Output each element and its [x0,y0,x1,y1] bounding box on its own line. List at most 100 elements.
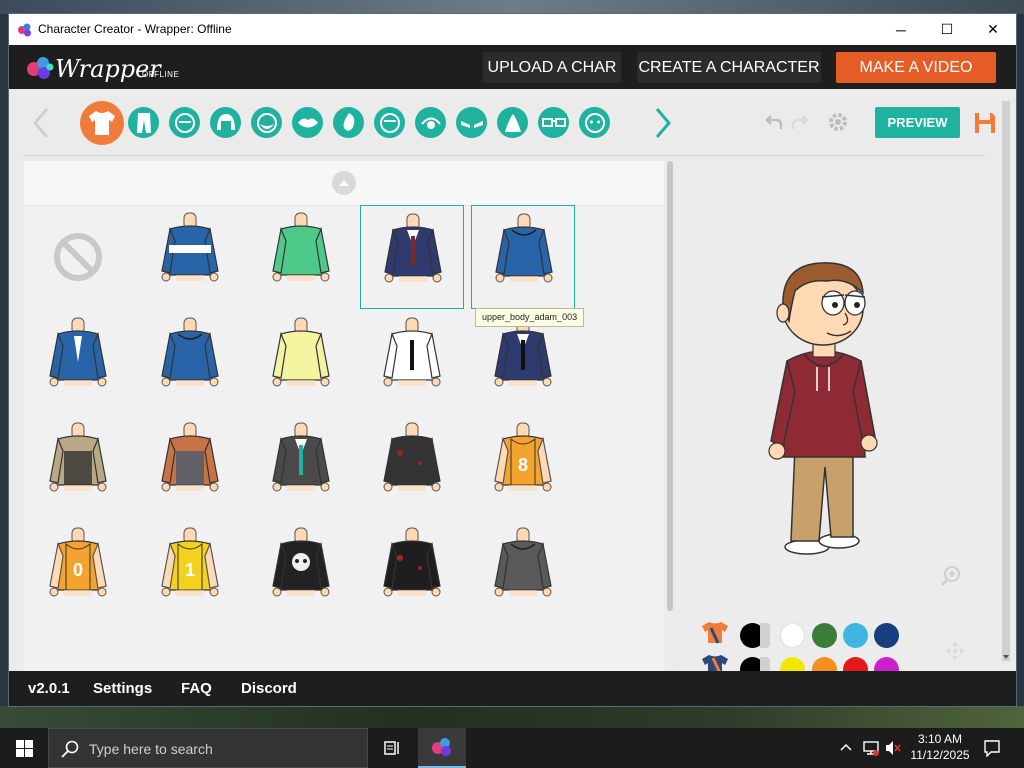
outfit-item[interactable] [249,310,353,414]
category-glasses[interactable] [538,107,569,138]
category-face-shape[interactable] [251,107,282,138]
category-nose[interactable] [333,107,364,138]
prev-category-icon[interactable] [29,105,53,141]
outfit-item[interactable] [360,415,464,519]
category-skin[interactable] [497,107,528,138]
outfit-item[interactable] [138,415,242,519]
outfit-thumbnail [384,213,442,283]
outfit-thumbnail [272,212,330,282]
beard-icon [256,112,277,133]
search-placeholder: Type here to search [89,741,213,757]
outfit-item[interactable]: 0 [26,520,130,624]
category-upper-body[interactable] [80,101,124,145]
discord-link[interactable]: Discord [241,680,297,697]
scroll-up-button[interactable] [332,171,356,195]
outfit-item[interactable] [138,310,242,414]
zoom-in-icon[interactable] [940,565,962,587]
character-preview [768,262,878,555]
item-grid-panel: 8 0 1 upper_body_adam_003 [24,161,664,671]
upload-char-button[interactable]: UPLOAD A CHAR [483,52,621,83]
jersey-number: 0 [72,560,83,580]
outfit-item[interactable] [249,205,353,309]
outfit-item[interactable] [138,205,242,309]
windows-start-icon[interactable] [16,740,33,757]
minimize-button[interactable]: ─ [878,14,924,45]
make-video-button[interactable]: MAKE A VIDEO [836,52,996,83]
scroll-down-arrow-icon[interactable] [1002,653,1010,661]
character-preview-panel [677,161,999,682]
desktop-wallpaper-bottom [0,706,1024,728]
settings-link[interactable]: Settings [93,680,152,697]
windows-taskbar: Type here to search 3:10 AM 11/12/2025 [0,728,1024,768]
outfit-item[interactable] [360,520,464,624]
move-icon[interactable] [945,641,965,661]
head-outline-icon [379,112,400,133]
outfit-thumbnail [272,317,330,387]
chevron-up-icon [339,180,349,186]
outfit-item[interactable] [360,205,464,309]
taskbar-search-box[interactable]: Type here to search [48,728,368,768]
taskbar-app-wrapper[interactable] [418,728,466,768]
undo-icon[interactable] [765,113,783,131]
category-ears[interactable] [374,107,405,138]
category-hair[interactable] [210,107,241,138]
category-eyebrows[interactable] [456,107,487,138]
notifications-icon[interactable] [983,739,1001,757]
category-lower-body[interactable] [128,107,159,138]
clock-date: 11/12/2025 [910,748,970,762]
grid-scrollbar[interactable] [667,161,673,611]
outfit-item[interactable] [26,415,130,519]
outfit-thumbnail [272,527,330,597]
save-icon[interactable] [973,111,997,135]
faq-link[interactable]: FAQ [181,680,212,697]
outfit-item[interactable] [360,310,464,414]
preview-button[interactable]: PREVIEW [875,107,960,138]
editor-area: PREVIEW 8 0 1 upper_body_adam_003 [9,89,1016,682]
app-logo-icon [18,23,31,37]
color-dropdown-arrow[interactable] [760,623,770,648]
create-character-button[interactable]: CREATE A CHARACTER [637,52,821,83]
category-accessory[interactable] [579,107,610,138]
logo-bubbles-icon [27,57,54,79]
version-label: v2.0.1 [28,680,70,697]
color-swatch[interactable] [780,623,805,648]
network-icon[interactable] [862,739,880,757]
outfit-item[interactable]: 8 [471,415,575,519]
category-eyes[interactable] [415,107,446,138]
outfit-thumbnail [161,212,219,282]
triangle-icon [504,113,521,132]
next-category-icon[interactable] [651,105,675,141]
color-swatch[interactable] [874,623,899,648]
outfit-item[interactable] [471,520,575,624]
mouth-icon [297,118,318,127]
outfit-item[interactable]: 1 [138,520,242,624]
outfit-item[interactable] [249,520,353,624]
desktop-wallpaper-top [0,0,1024,14]
category-head[interactable] [169,107,200,138]
gear-icon[interactable] [826,110,850,134]
window-scrollbar[interactable] [1002,101,1010,661]
nose-icon [343,112,354,131]
outfit-item[interactable] [26,310,130,414]
outfit-item[interactable] [471,205,575,309]
task-view-icon[interactable] [383,739,401,757]
category-mouth[interactable] [292,107,323,138]
shirt-color-icon [702,622,728,644]
system-clock[interactable]: 3:10 AM 11/12/2025 [900,731,980,763]
item-tooltip: upper_body_adam_003 [475,308,585,327]
wrapper-logo[interactable]: Wrapper OFFLINE [25,51,179,83]
title-bar[interactable]: Character Creator - Wrapper: Offline ─ ☐… [9,14,1016,46]
outfit-none-item[interactable] [26,205,130,309]
close-button[interactable]: ✕ [970,14,1016,45]
outfit-thumbnail [494,527,552,597]
chevron-up-tray-icon[interactable] [840,742,852,752]
app-header: Wrapper OFFLINE UPLOAD A CHAR CREATE A C… [9,45,1016,89]
maximize-button[interactable]: ☐ [924,14,970,45]
redo-icon[interactable] [791,113,809,131]
outfit-thumbnail [161,317,219,387]
hair-icon [216,113,235,130]
color-swatch[interactable] [843,623,868,648]
color-swatch[interactable] [812,623,837,648]
outfit-thumbnail [272,422,330,492]
outfit-item[interactable] [249,415,353,519]
